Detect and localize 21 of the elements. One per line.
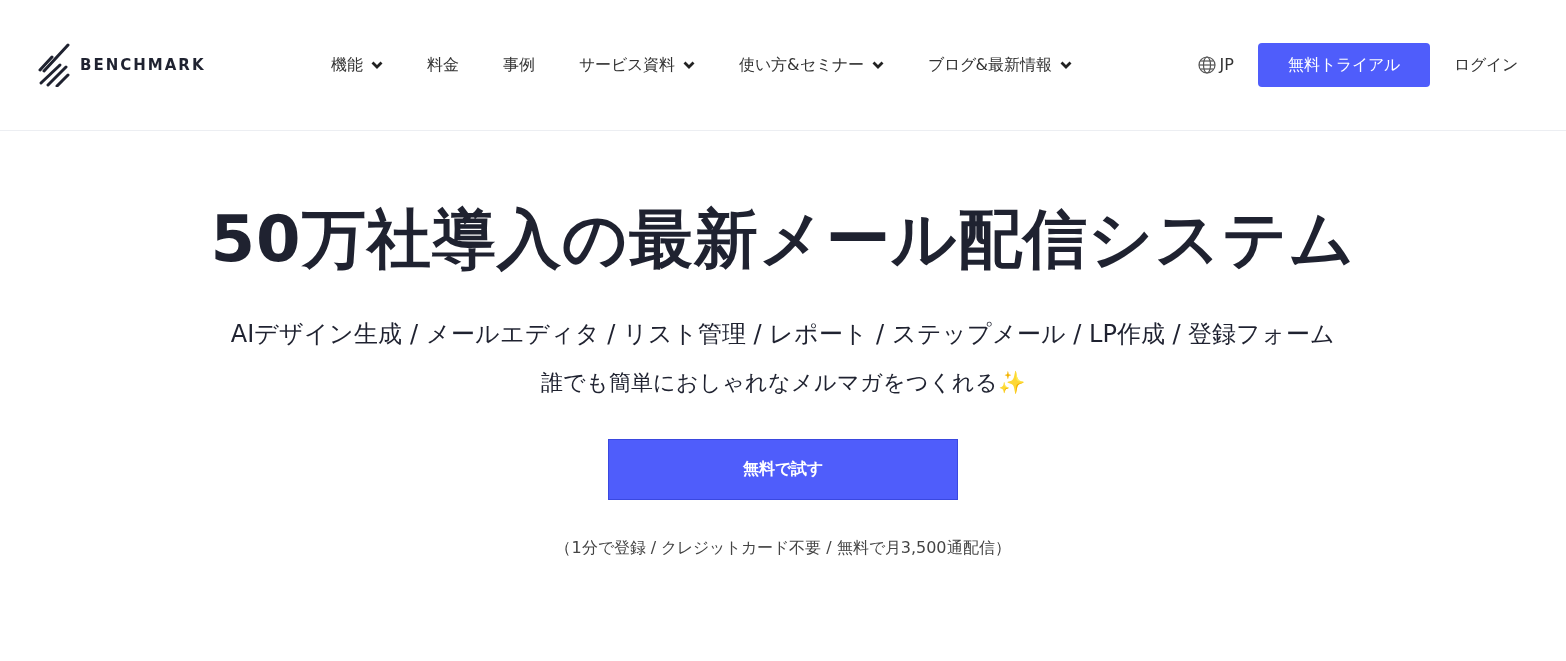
login-link[interactable]: ログイン (1454, 53, 1518, 77)
logo-icon[interactable] (38, 43, 72, 87)
tagline: 誰でも簡単におしゃれなメルマガをつくれる✨ (541, 368, 1025, 397)
feature-list: AIデザイン生成 / メールエディタ / リスト管理 / レポート / ステップメール / LP作成 / 登録フォーム (230, 315, 1336, 352)
language-link[interactable]: JP (1197, 53, 1234, 77)
nav-link[interactable]: サービス資料 (579, 53, 696, 77)
try-free-button[interactable]: 無料で試す (608, 438, 958, 500)
globe-icon (1197, 56, 1216, 74)
chevron-down-icon (871, 60, 884, 70)
chevron-down-icon (1060, 60, 1073, 70)
nav-link[interactable]: ブログ&最新情報 (927, 53, 1073, 77)
nav-link[interactable]: 事例 (503, 53, 536, 77)
hero-title: 50万社導入の最新メール配信システム (210, 201, 1356, 278)
nav-link[interactable]: 料金 (427, 53, 460, 77)
trial-button[interactable]: 無料トライアル (1258, 43, 1430, 87)
chevron-down-icon (371, 60, 384, 70)
logo-text[interactable]: BENCHMARK (80, 53, 206, 77)
nav-link[interactable]: 機能 (331, 53, 384, 77)
nav-link[interactable]: 使い方&セミナー (739, 53, 884, 77)
chevron-down-icon (683, 60, 696, 70)
signup-note: （1分で登録 / クレジットカード不要 / 無料で月3,500通配信） (555, 536, 1011, 559)
